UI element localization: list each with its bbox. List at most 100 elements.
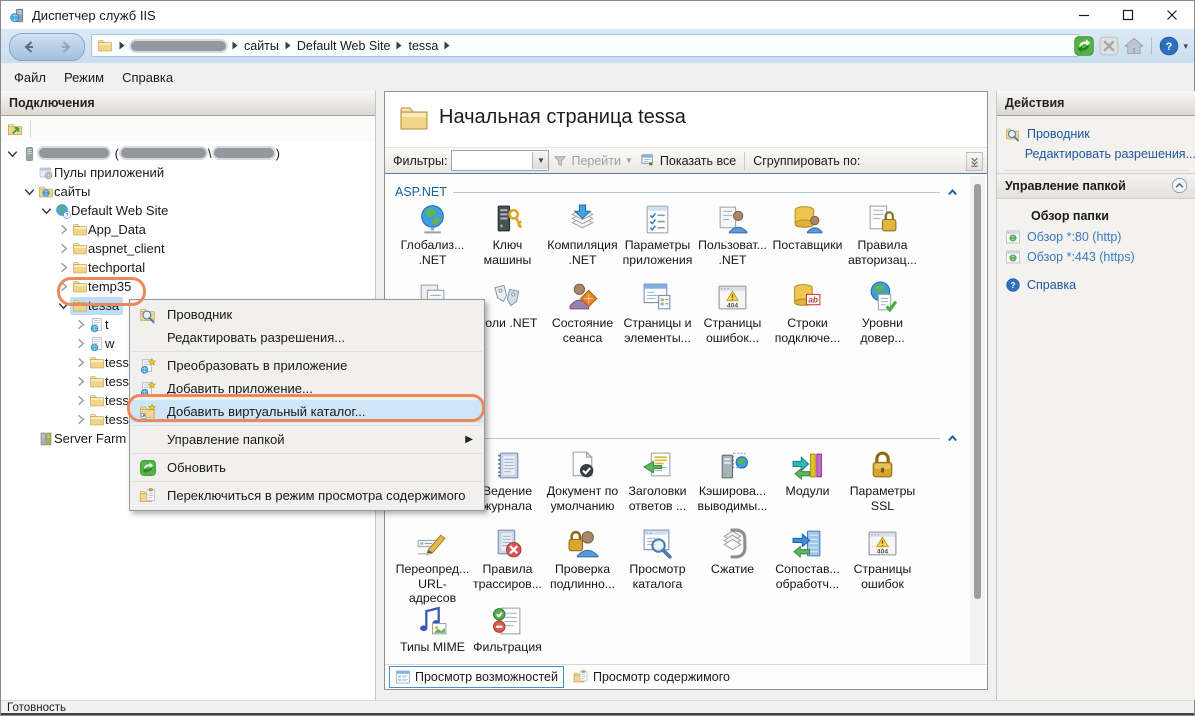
breadcrumb-item[interactable]: Default Web Site [297,39,391,53]
feature-net-users[interactable]: Пользоват....NET [695,203,770,279]
feature-trust-levels[interactable]: Уровнидовер... [845,281,920,357]
tree-item-sites[interactable]: сайты [1,182,375,201]
minimize-button[interactable] [1062,1,1106,29]
expand-toolbar-icon[interactable] [966,152,983,171]
feature-url-rewrite[interactable]: Переопред...URL-адресов [395,527,470,603]
breadcrumb[interactable]: сайты Default Web Site tessa [91,34,1079,57]
help-dropdown-icon[interactable]: ▾ [1183,41,1188,52]
chevron-right-icon[interactable] [56,241,71,256]
chevron-right-icon[interactable] [73,355,88,370]
tree-item-server[interactable]: (\) [1,144,375,163]
feature-authentication[interactable]: Проверкаподлинно... [545,527,620,603]
chevron-down-icon[interactable]: ▼ [532,152,548,169]
tree-item-aspnet-client[interactable]: aspnet_client [1,239,375,258]
tree-item-default-web-site[interactable]: ?Default Web Site [1,201,375,220]
no-expander [22,165,37,180]
action-explorer[interactable]: Проводник [997,124,1195,144]
feature-compression[interactable]: Сжатие [695,527,770,603]
feature-tracing[interactable]: Правилатрассиров... [470,527,545,603]
back-icon[interactable] [21,39,37,55]
menu-item-explorer[interactable]: Проводник [131,303,483,326]
feature-providers[interactable]: Поставщики [770,203,845,279]
menu-item-refresh[interactable]: Обновить [131,456,483,479]
feature-modules[interactable]: Модули [770,449,845,525]
close-button[interactable] [1150,1,1194,29]
chevron-right-icon[interactable] [73,412,88,427]
browse-icon [1005,249,1021,265]
chevron-down-icon[interactable] [22,184,37,199]
collapse-section-icon[interactable] [946,432,959,445]
feature-globalization[interactable]: Глобализ....NET [395,203,470,279]
feature-default-doc[interactable]: Документ поумолчанию [545,449,620,525]
chevron-right-icon[interactable] [73,393,88,408]
feature-conn-strings[interactable]: abСтрокиподключе... [770,281,845,357]
collapse-section-icon[interactable] [946,186,959,199]
tab-content-view[interactable]: Просмотр содержимого [568,667,735,687]
chevron-right-icon[interactable] [56,222,71,237]
tree-item-techportal[interactable]: techportal [1,258,375,277]
collapse-circle-icon[interactable] [1171,177,1188,194]
help-icon[interactable]: ? [1158,35,1180,57]
menu-item-add-application[interactable]: Добавить приложение... [131,377,483,400]
breadcrumb-item[interactable]: tessa [408,39,438,53]
breadcrumb-item[interactable]: сайты [244,39,279,53]
feature-dir-browsing[interactable]: Просмотркаталога [620,527,695,603]
feature-auth-rules[interactable]: Правилаавторизац... [845,203,920,279]
forward-icon[interactable] [58,39,74,55]
feature-label: Роли .NET [478,316,538,331]
vertical-scrollbar[interactable] [970,176,985,664]
chevron-down-icon[interactable] [39,203,54,218]
modules-icon [791,449,824,482]
tree-item-app-pools[interactable]: Пулы приложений [1,163,375,182]
feature-output-caching[interactable]: Кэширова...выводимы... [695,449,770,525]
menu-item-convert-to-application[interactable]: Преобразовать в приложение [131,354,483,377]
actions-header: Действия [997,91,1195,116]
action-help[interactable]: ?Справка [997,275,1195,295]
maximize-button[interactable] [1106,1,1150,29]
menu-режим[interactable]: Режим [55,66,113,89]
chevron-right-icon[interactable] [56,260,71,275]
home-icon[interactable] [1123,35,1145,57]
action-browse-443[interactable]: Обзор *:443 (https) [997,247,1195,267]
feature-net-error-pages[interactable]: 404Страницыошибок... [695,281,770,357]
filter-input[interactable]: ▼ [451,150,549,171]
feature-mime-types[interactable]: Типы MIME [395,605,470,665]
feature-session-state[interactable]: Состояниесеанса [545,281,620,357]
tree-item-temp35[interactable]: temp35 [1,277,375,296]
app-pools-icon [38,165,54,181]
menu-item-add-virtual-directory[interactable]: Добавить виртуальный каталог... [131,400,483,423]
go-button[interactable]: Перейти [571,154,621,168]
feature-pages-controls[interactable]: Страницы иэлементы... [620,281,695,357]
tab-features-view[interactable]: Просмотр возможностей [389,666,564,688]
feature-request-filtering[interactable]: Фильтрация [470,605,545,665]
action-browse-80[interactable]: Обзор *:80 (http) [997,227,1195,247]
chevron-down-icon[interactable] [5,146,20,161]
chevron-right-icon[interactable] [73,317,88,332]
feature-row: Типы MIMEФильтрация [395,605,987,665]
chevron-down-icon[interactable] [56,298,71,313]
menu-item-edit-permissions[interactable]: Редактировать разрешения... [131,326,483,349]
show-all-button[interactable]: Показать все [660,154,736,168]
feature-ssl[interactable]: ПараметрыSSL [845,449,920,525]
feature-resp-headers[interactable]: Заголовкиответов ... [620,449,695,525]
feature-label: Модули [785,484,829,499]
tree-item-app-data[interactable]: App_Data [1,220,375,239]
menu-справка[interactable]: Справка [113,66,182,89]
chevron-right-icon[interactable] [73,374,88,389]
feature-handler-mappings[interactable]: Сопостав...обработч... [770,527,845,603]
menu-файл[interactable]: Файл [5,66,55,89]
go-dropdown-icon[interactable]: ▼ [625,156,633,165]
chevron-right-icon[interactable] [73,336,88,351]
menu-item-manage-folder[interactable]: Управление папкой▶ [131,428,483,451]
feature-app-settings[interactable]: Параметрыприложения [620,203,695,279]
action-edit-permissions[interactable]: Редактировать разрешения... [997,144,1195,164]
scrollbar-thumb[interactable] [974,184,981,599]
feature-compilation[interactable]: Компиляция.NET [545,203,620,279]
chevron-right-icon[interactable] [56,279,71,294]
feature-machine-key[interactable]: Ключмашины [470,203,545,279]
server-icon [21,146,37,162]
refresh-icon[interactable] [1073,35,1095,57]
feature-error-pages[interactable]: 404Страницыошибок [845,527,920,603]
menu-item-switch-to-content-view[interactable]: Переключиться в режим просмотра содержим… [131,484,483,507]
create-connection-icon[interactable] [6,120,24,138]
